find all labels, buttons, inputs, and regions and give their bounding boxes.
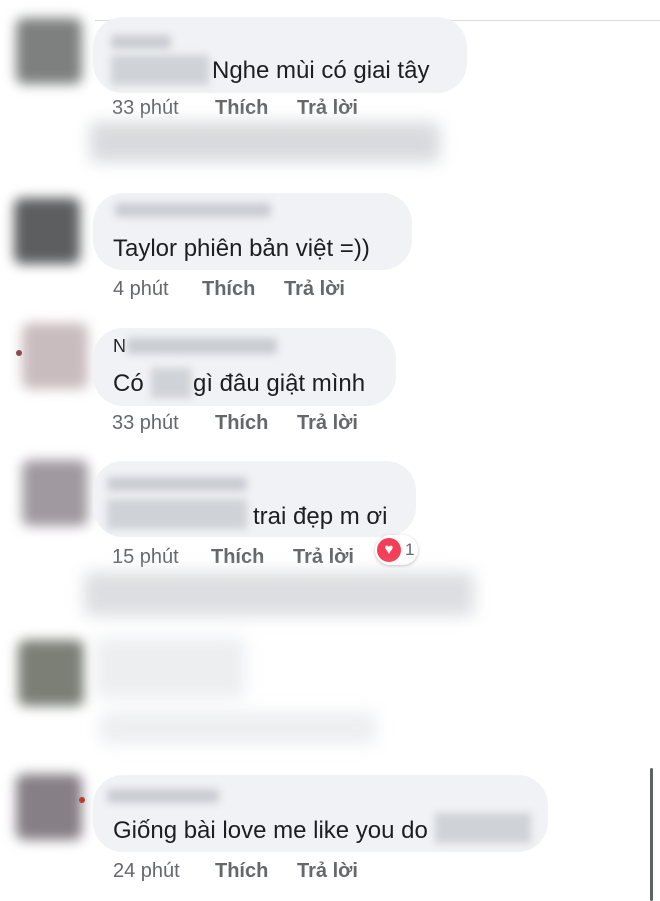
like-button[interactable]: Thích	[215, 860, 268, 883]
reply-button[interactable]: Trả lời	[297, 412, 358, 435]
avatar[interactable]	[16, 774, 82, 840]
avatar[interactable]	[18, 640, 84, 706]
blurred-text	[107, 499, 247, 529]
reply-button[interactable]: Trả lời	[297, 860, 358, 883]
reaction-count: 1	[405, 540, 415, 559]
blurred-text	[435, 813, 531, 843]
blurred-text	[151, 368, 191, 398]
blurred-author-name[interactable]	[111, 35, 171, 49]
blurred-comment	[95, 638, 245, 698]
comment-bubble: Nghe mùi có giai tây	[93, 17, 467, 93]
comment-text-end: gì đâu giật mình	[193, 370, 366, 397]
avatar[interactable]	[14, 198, 80, 264]
blurred-reply	[90, 122, 440, 162]
comment-bubble: Taylor phiên bản việt =))	[93, 193, 412, 270]
comment-bubble: N Có gì đâu giật mình	[93, 328, 396, 406]
avatar[interactable]	[22, 460, 88, 526]
comment-text: Nghe mùi có giai tây	[212, 57, 430, 84]
reply-button[interactable]: Trả lời	[297, 97, 358, 120]
reply-button[interactable]: Trả lời	[284, 278, 345, 301]
reaction-count-badge[interactable]: ♥ 1	[375, 535, 419, 565]
comment-text: Giống bài love me like you do	[113, 817, 428, 844]
avatar[interactable]	[22, 323, 88, 389]
reply-button[interactable]: Trả lời	[293, 546, 354, 569]
online-indicator	[16, 350, 22, 356]
like-button[interactable]: Thích	[202, 278, 255, 301]
blurred-author-name[interactable]	[107, 789, 219, 803]
scrollbar[interactable]	[650, 768, 653, 901]
blurred-author-name[interactable]	[127, 338, 277, 354]
comment-time[interactable]: 4 phút	[113, 278, 169, 301]
comment-text: Taylor phiên bản việt =))	[113, 235, 370, 262]
author-initial[interactable]: N	[113, 336, 126, 357]
blurred-author-name[interactable]	[115, 203, 271, 217]
comment-time[interactable]: 24 phút	[113, 860, 180, 883]
comment-bubble: Giống bài love me like you do	[93, 775, 548, 852]
avatar[interactable]	[16, 18, 82, 84]
blurred-text	[111, 55, 209, 85]
like-button[interactable]: Thích	[211, 546, 264, 569]
heart-icon: ♥	[377, 538, 401, 562]
blurred-author-name[interactable]	[107, 477, 247, 491]
like-button[interactable]: Thích	[215, 412, 268, 435]
comment-time[interactable]: 33 phút	[112, 97, 179, 120]
online-indicator	[79, 797, 85, 803]
blurred-comment-actions	[100, 712, 376, 744]
comment-time[interactable]: 33 phút	[112, 412, 179, 435]
blurred-reply	[84, 572, 474, 616]
like-button[interactable]: Thích	[215, 97, 268, 120]
comment-text-start: Có	[113, 370, 144, 397]
comment-time[interactable]: 15 phút	[112, 546, 179, 569]
comment-bubble: trai đẹp m ơi	[93, 461, 416, 537]
comment-text: trai đẹp m ơi	[253, 503, 388, 530]
